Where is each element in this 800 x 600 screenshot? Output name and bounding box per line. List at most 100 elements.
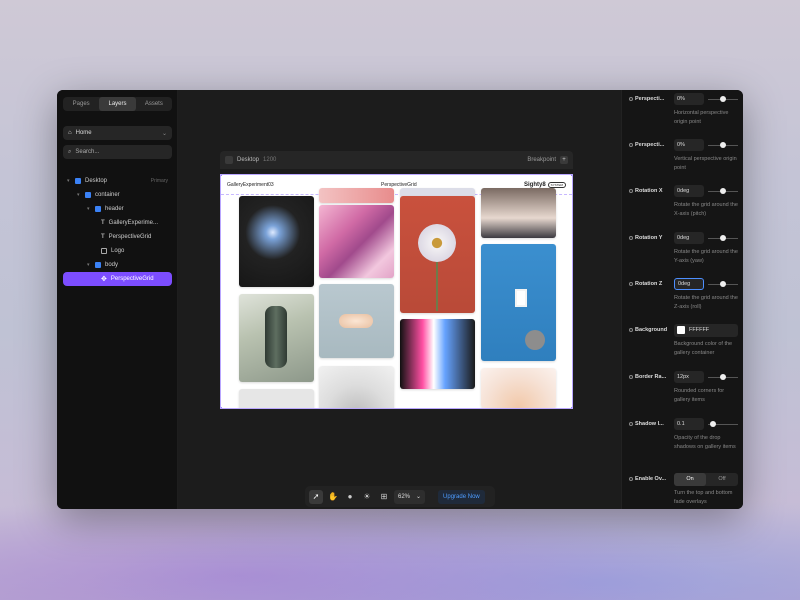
slider-knob[interactable]	[720, 281, 726, 287]
layer-search-input[interactable]: ⌕ Search...	[63, 145, 172, 159]
grid-icon[interactable]: ⊞	[377, 490, 391, 504]
prop-dot-icon[interactable]	[629, 282, 633, 286]
prop-dot-icon[interactable]	[629, 328, 633, 332]
background-color-input[interactable]: FFFFFF	[674, 323, 738, 337]
slider-knob[interactable]	[720, 374, 726, 380]
rotation-y-slider[interactable]	[708, 232, 738, 244]
prop-rotation-y: Rotation Y 0deg Rotate the grid around t…	[622, 231, 743, 266]
perspective-x-input[interactable]: 0%	[674, 93, 704, 105]
sun-icon[interactable]: ☀	[360, 490, 374, 504]
gallery-tile[interactable]	[400, 319, 475, 389]
slider-knob[interactable]	[720, 96, 726, 102]
gallery-tile[interactable]	[319, 284, 394, 358]
prop-dot-icon[interactable]	[629, 477, 633, 481]
page-select-value: Home	[75, 130, 92, 136]
pointer-icon[interactable]: ➚	[309, 489, 323, 504]
frame-name: Desktop	[237, 157, 260, 163]
prop-rotation-x: Rotation X 0deg Rotate the grid around t…	[622, 184, 743, 219]
prop-label: Perspecti...	[629, 96, 674, 102]
flower-shape	[418, 224, 456, 262]
prop-dot-icon[interactable]	[629, 97, 633, 101]
gallery-tile[interactable]	[481, 244, 556, 361]
border-radius-slider[interactable]	[708, 371, 738, 383]
slider-knob[interactable]	[710, 421, 717, 427]
prop-dot-icon[interactable]	[629, 236, 633, 240]
resize-handle[interactable]	[221, 175, 222, 176]
cursor-indicator	[525, 330, 545, 350]
prop-label-text: Enable Ov...	[635, 476, 667, 482]
prop-label-text: Border Ra...	[635, 374, 667, 380]
prop-dot-icon[interactable]	[629, 143, 633, 147]
shadow-slider[interactable]	[708, 418, 738, 430]
rotation-x-slider[interactable]	[708, 185, 738, 197]
comment-icon[interactable]: ●	[343, 490, 357, 504]
gallery-tile[interactable]	[239, 196, 314, 287]
prop-dot-icon[interactable]	[629, 189, 633, 193]
hand-icon[interactable]: ✋	[326, 490, 340, 504]
rotation-z-input[interactable]: 0deg	[674, 278, 704, 290]
layer-container[interactable]: ▾ container	[63, 188, 172, 202]
search-icon: ⌕	[68, 148, 72, 155]
gallery-tile[interactable]	[319, 205, 394, 278]
shadow-input[interactable]: 0.1	[674, 418, 704, 430]
rotation-z-slider[interactable]	[708, 278, 738, 290]
resize-handle[interactable]	[221, 407, 222, 408]
rotation-y-input[interactable]: 0deg	[674, 232, 704, 244]
layer-label: container	[95, 192, 120, 198]
layer-body[interactable]: ▾ body	[63, 258, 172, 272]
prop-perspective-x: Perspecti... 0% Horizontal perspective o…	[622, 92, 743, 127]
prop-label: Rotation Z	[629, 281, 674, 287]
overlay-toggle[interactable]: On Off	[674, 472, 738, 486]
rotation-x-input[interactable]: 0deg	[674, 185, 704, 197]
frame-title-bar[interactable]: Desktop 1200 Breakpoint +	[220, 151, 573, 169]
layer-header[interactable]: ▾ header	[63, 202, 172, 216]
border-radius-input[interactable]: 12px	[674, 371, 704, 383]
breakpoint-label[interactable]: Breakpoint	[527, 157, 556, 163]
slider-knob[interactable]	[720, 142, 726, 148]
resize-handle[interactable]	[571, 407, 572, 408]
zoom-value: 62%	[398, 493, 411, 500]
expand-icon[interactable]: ▾	[77, 192, 81, 198]
gallery-tile[interactable]	[481, 368, 556, 408]
gallery-tile[interactable]	[400, 196, 475, 313]
gallery-tile[interactable]	[239, 294, 314, 382]
color-swatch[interactable]	[677, 326, 685, 334]
layer-logo[interactable]: Logo	[63, 244, 172, 258]
overlay-off-option[interactable]: Off	[706, 473, 738, 486]
expand-icon[interactable]: ▾	[87, 262, 91, 268]
layer-desktop[interactable]: ▾ Desktop Primary	[63, 174, 172, 188]
perspective-x-slider[interactable]	[708, 93, 738, 105]
prop-dot-icon[interactable]	[629, 375, 633, 379]
upgrade-button[interactable]: Upgrade Now	[438, 489, 485, 504]
stack-icon	[85, 192, 91, 198]
layer-label: Desktop	[85, 178, 108, 184]
expand-icon[interactable]: ▾	[87, 206, 91, 212]
gallery-tile[interactable]	[319, 366, 394, 408]
gallery-tile[interactable]	[481, 188, 556, 238]
expand-icon[interactable]: ▾	[67, 178, 71, 184]
layer-label: GalleryExperime...	[108, 220, 159, 226]
tab-pages[interactable]: Pages	[63, 97, 99, 111]
page-select[interactable]: ⌂ Home ⌄	[63, 126, 172, 140]
design-canvas[interactable]: Desktop 1200 Breakpoint + GalleryExperim…	[178, 90, 621, 509]
layer-gallery-text[interactable]: T GalleryExperime...	[63, 216, 172, 230]
prop-dot-icon[interactable]	[629, 422, 633, 426]
layer-perspective-text[interactable]: T PerspectiveGrid	[63, 230, 172, 244]
gallery-tile[interactable]	[239, 389, 314, 408]
layers-sidebar: Pages Layers Assets ⌂ Home ⌄ ⌕ Search...…	[57, 90, 178, 509]
zoom-select[interactable]: 62% ⌄	[394, 489, 426, 504]
desktop-frame[interactable]: GalleryExperiment03 PerspectiveGrid Sigh…	[220, 174, 573, 409]
slider-knob[interactable]	[720, 188, 726, 194]
perspective-y-input[interactable]: 0%	[674, 139, 704, 151]
overlay-on-option[interactable]: On	[674, 472, 706, 486]
slider-knob[interactable]	[720, 235, 726, 241]
add-breakpoint-button[interactable]: +	[560, 156, 568, 164]
tab-layers[interactable]: Layers	[99, 97, 136, 111]
prop-overlay: Enable Ov... On Off Turn the top and bot…	[622, 472, 743, 507]
tab-assets[interactable]: Assets	[136, 97, 172, 111]
resize-handle[interactable]	[571, 175, 572, 176]
layer-perspective-grid[interactable]: ✥ PerspectiveGrid	[63, 272, 172, 286]
car-shape	[265, 306, 287, 368]
perspective-y-slider[interactable]	[708, 139, 738, 151]
gallery-tile[interactable]	[319, 188, 394, 203]
